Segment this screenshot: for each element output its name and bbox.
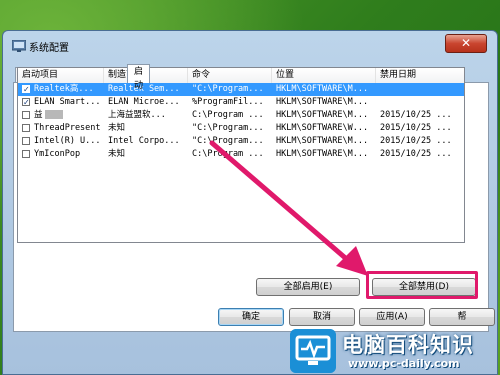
maker-cell: 未知 <box>108 123 126 133</box>
command-cell: "C:\Program... <box>192 136 264 146</box>
table-row[interactable]: ✓ Realtek高... Realtek Sem... "C:\Program… <box>18 83 464 96</box>
command-cell: C:\Program ... <box>192 110 264 120</box>
column-header-item[interactable]: 启动项目 <box>18 68 104 83</box>
window-title: 系统配置 <box>29 43 69 54</box>
maker-cell: Realtek Sem... <box>108 84 180 94</box>
checkbox[interactable] <box>22 124 30 132</box>
location-cell: HKLM\SOFTWARE\M... <box>276 136 369 146</box>
ok-button[interactable]: 确定 <box>218 308 284 326</box>
title-bar[interactable]: 系统配置 ✕ <box>3 31 497 59</box>
close-icon: ✕ <box>460 36 472 50</box>
item-text: 益 <box>34 110 43 120</box>
item-cell: ELAN Smart... <box>34 97 101 107</box>
tab-startup[interactable]: 启动 <box>127 64 151 91</box>
date-cell: 2015/10/25 ... <box>380 149 452 159</box>
brand-name: 电脑百科知识 <box>342 333 474 357</box>
maker-cell: 未知 <box>108 149 126 159</box>
command-cell: C:\Program ... <box>192 149 264 159</box>
date-cell: 2015/10/25 ... <box>380 123 452 133</box>
checkbox[interactable] <box>22 150 30 158</box>
app-icon <box>12 40 26 52</box>
checkbox[interactable]: ✓ <box>22 85 30 94</box>
checkbox[interactable]: ✓ <box>22 98 30 107</box>
column-header-location[interactable]: 位置 <box>272 68 376 83</box>
close-button[interactable]: ✕ <box>445 34 487 53</box>
help-button[interactable]: 帮 <box>429 308 495 326</box>
location-cell: HKLM\SOFTWARE\M... <box>276 149 369 159</box>
table-row[interactable]: 益 上海益盟软... C:\Program ... HKLM\SOFTWARE\… <box>18 109 464 122</box>
date-cell <box>376 83 464 96</box>
startup-list[interactable]: 启动项目 制造商 命令 位置 禁用日期 ✓ Realtek高... Realte… <box>17 67 465 243</box>
date-cell: 2015/10/25 ... <box>380 110 452 120</box>
command-cell: %ProgramFil... <box>192 97 264 107</box>
column-header-command[interactable]: 命令 <box>188 68 272 83</box>
table-row[interactable]: ✓ ELAN Smart... ELAN Microe... %ProgramF… <box>18 96 464 109</box>
list-header: 启动项目 制造商 命令 位置 禁用日期 <box>18 68 464 84</box>
location-cell: HKLM\SOFTWARE\M... <box>276 110 369 120</box>
cancel-button[interactable]: 取消 <box>289 308 355 326</box>
item-cell: 益 <box>30 109 104 122</box>
location-cell: HKLM\SOFTWARE\M... <box>276 97 369 107</box>
system-config-window: 系统配置 ✕ 常规 引导 服务 启动 工具 启动项目 制造商 命令 位置 禁用日… <box>2 30 498 375</box>
date-cell <box>376 96 464 109</box>
item-cell: Intel(R) U... <box>34 136 101 146</box>
table-row[interactable]: Intel(R) U... Intel Corpo... "C:\Program… <box>18 135 464 148</box>
table-row[interactable]: ThreadPresent 未知 "C:\Program... HKLM\SOF… <box>18 122 464 135</box>
enable-all-button[interactable]: 全部启用(E) <box>256 278 360 296</box>
checkbox[interactable] <box>22 111 30 119</box>
item-cell: Realtek高... <box>34 84 94 94</box>
disable-all-highlight <box>366 271 478 299</box>
item-cell: ThreadPresent <box>34 123 101 133</box>
location-cell: HKLM\SOFTWARE\M... <box>276 84 369 94</box>
date-cell: 2015/10/25 ... <box>380 136 452 146</box>
location-cell: HKLM\SOFTWARE\W... <box>276 123 369 133</box>
command-cell: "C:\Program... <box>192 123 264 133</box>
apply-button[interactable]: 应用(A) <box>359 308 425 326</box>
maker-cell: Intel Corpo... <box>108 136 180 146</box>
maker-cell: ELAN Microe... <box>108 97 180 107</box>
redacted-block <box>44 110 63 119</box>
brand-watermark: 电脑百科知识 www.pc-daily.com <box>290 327 500 375</box>
maker-cell: 上海益盟软... <box>108 110 166 120</box>
tab-label: 启动 <box>134 67 144 91</box>
column-header-date[interactable]: 禁用日期 <box>376 68 464 83</box>
checkbox[interactable] <box>22 137 30 145</box>
brand-url: www.pc-daily.com <box>348 357 460 370</box>
item-cell: YmIconPop <box>34 149 81 159</box>
monitor-logo-icon <box>290 329 336 373</box>
table-row[interactable]: YmIconPop 未知 C:\Program ... HKLM\SOFTWAR… <box>18 148 464 161</box>
command-cell: "C:\Program... <box>192 84 264 94</box>
